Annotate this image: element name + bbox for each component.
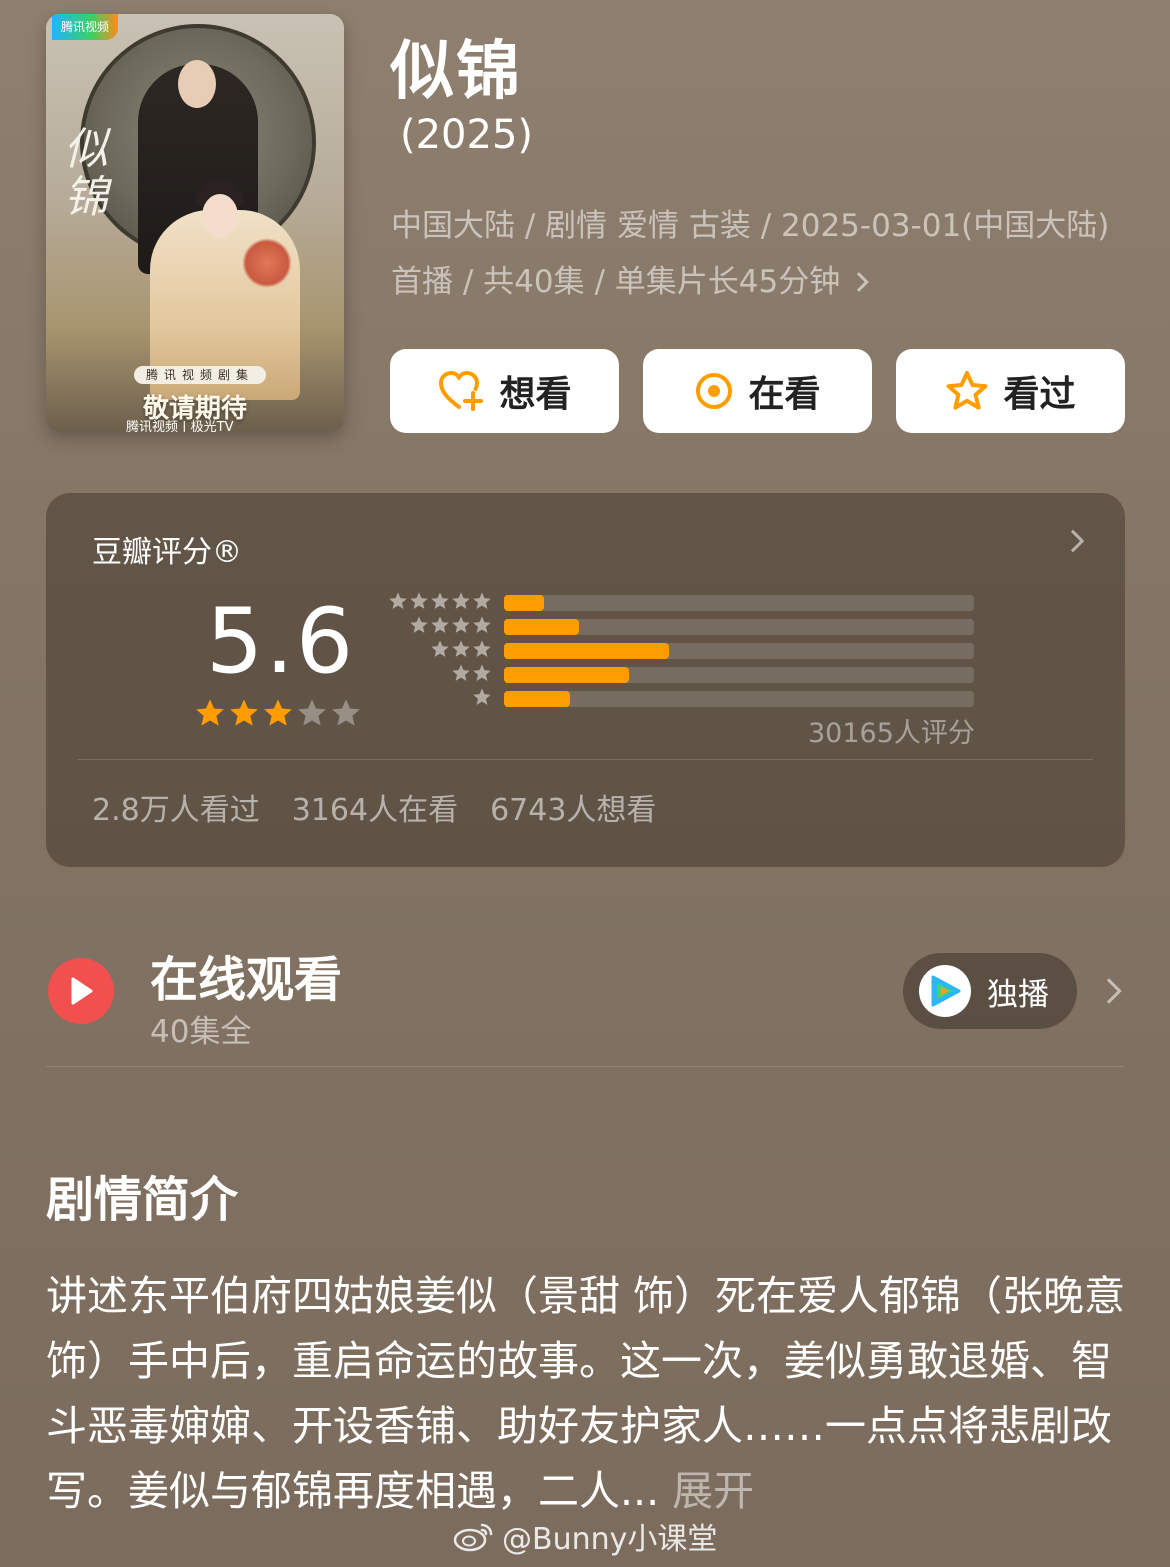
poster-banner: 腾讯视频剧集 xyxy=(134,366,266,384)
distribution-stars xyxy=(388,591,492,611)
meta-info[interactable]: 中国大陆 / 剧情 爱情 古装 / 2025-03-01(中国大陆) 首播 / … xyxy=(391,198,1121,310)
distribution-bar xyxy=(504,691,570,707)
poster-flowers xyxy=(242,238,292,288)
star-empty-icon xyxy=(332,699,360,726)
rating-count: 30165人评分 xyxy=(808,718,975,749)
meta-text: 中国大陆 / 剧情 爱情 古装 / 2025-03-01(中国大陆) 首播 / … xyxy=(391,208,1110,300)
synopsis-title: 剧情简介 xyxy=(46,1172,239,1228)
chevron-right-icon[interactable] xyxy=(1096,978,1122,1004)
play-triangle-icon xyxy=(71,977,93,1005)
star-filled-icon xyxy=(230,699,258,726)
stat-watching: 3164人在看 xyxy=(291,793,459,828)
play-icon[interactable] xyxy=(48,958,114,1024)
star-icon xyxy=(473,592,491,609)
exclusive-platform-button[interactable]: 独播 xyxy=(903,953,1077,1029)
distribution-stars xyxy=(430,639,492,659)
watermark-text: @Bunny小课堂 xyxy=(502,1522,718,1557)
star-icon xyxy=(473,640,491,657)
page-title: 似锦 xyxy=(390,35,522,109)
douban-rating-label: 豆瓣评分® xyxy=(92,535,242,570)
poster-calligraphy: 似锦 xyxy=(64,124,108,224)
distribution-row-5-star xyxy=(384,591,984,611)
distribution-bar xyxy=(504,667,629,683)
star-filled-icon xyxy=(264,699,292,726)
distribution-bar xyxy=(504,619,579,635)
rating-score: 5.6 xyxy=(206,589,356,694)
synopsis-body: 讲述东平伯府四姑娘姜似（景甜 饰）死在爱人郁锦（张晚意 饰）手中后，重启命运的故… xyxy=(46,1272,1126,1515)
divider xyxy=(78,759,1093,760)
rating-card[interactable]: 豆瓣评分® 5.6 30165人评分 2.8万人看过 3164人在看 6743人… xyxy=(46,493,1125,867)
poster-face-man xyxy=(178,60,216,108)
episode-count: 40集全 xyxy=(150,1014,252,1050)
watching-label: 在看 xyxy=(748,374,821,415)
poster-footer: 腾讯视频 | 极光TV xyxy=(126,420,234,432)
release-year: (2025) xyxy=(400,112,534,158)
distribution-row-3-star xyxy=(384,639,984,659)
distribution-track xyxy=(504,619,974,635)
star-outline-icon xyxy=(946,371,988,410)
poster-image[interactable]: 腾讯视频 似锦 腾讯视频剧集 敬请期待 腾讯视频 | 极光TV xyxy=(46,14,344,432)
distribution-stars xyxy=(472,687,492,707)
distribution-track xyxy=(504,595,974,611)
star-empty-icon xyxy=(298,699,326,726)
exclusive-label: 独播 xyxy=(987,976,1049,1013)
watermark: @Bunny小课堂 xyxy=(452,1514,717,1558)
star-icon xyxy=(452,616,470,633)
distribution-track xyxy=(504,643,974,659)
tencent-video-logo: 腾讯视频 xyxy=(52,14,118,40)
target-icon xyxy=(696,373,733,409)
chevron-right-icon xyxy=(849,272,869,292)
distribution-row-1-star xyxy=(384,687,984,707)
weibo-icon xyxy=(453,1523,493,1552)
star-icon xyxy=(431,640,449,657)
star-icon xyxy=(431,592,449,609)
star-icon xyxy=(473,688,491,705)
rating-stats: 2.8万人看过 3164人在看 6743人想看 xyxy=(92,785,656,829)
star-icon xyxy=(452,640,470,657)
star-icon xyxy=(473,616,491,633)
stat-watched: 2.8万人看过 xyxy=(92,793,260,828)
distribution-stars xyxy=(451,663,492,683)
star-filled-icon xyxy=(196,699,224,726)
watched-label: 看过 xyxy=(1003,374,1076,415)
star-icon xyxy=(410,616,428,633)
tencent-video-icon xyxy=(919,965,971,1017)
score-stars xyxy=(194,697,362,729)
want-to-watch-label: 想看 xyxy=(499,374,572,415)
distribution-track xyxy=(504,691,974,707)
distribution-bar xyxy=(504,595,544,611)
distribution-row-4-star xyxy=(384,615,984,635)
want-to-watch-button[interactable]: 想看 xyxy=(390,349,619,433)
star-icon xyxy=(473,664,491,681)
distribution-bar xyxy=(504,643,669,659)
online-watch-title[interactable]: 在线观看 xyxy=(150,940,342,1010)
stat-want: 6743人想看 xyxy=(490,793,657,828)
star-icon xyxy=(452,664,470,681)
chevron-right-icon xyxy=(1061,529,1085,553)
star-icon xyxy=(431,616,449,633)
distribution-stars xyxy=(409,615,492,635)
star-icon xyxy=(389,592,407,609)
divider xyxy=(46,1066,1124,1067)
star-icon xyxy=(410,592,428,609)
distribution-row-2-star xyxy=(384,663,984,683)
star-icon xyxy=(452,592,470,609)
synopsis-text: 讲述东平伯府四姑娘姜似（景甜 饰）死在爱人郁锦（张晚意 饰）手中后，重启命运的故… xyxy=(46,1264,1126,1524)
watched-button[interactable]: 看过 xyxy=(896,349,1125,433)
watching-button[interactable]: 在看 xyxy=(643,349,872,433)
expand-link[interactable]: 展开 xyxy=(672,1467,754,1515)
distribution-track xyxy=(504,667,974,683)
poster-face-woman xyxy=(202,194,238,238)
heart-plus-icon xyxy=(439,371,484,411)
